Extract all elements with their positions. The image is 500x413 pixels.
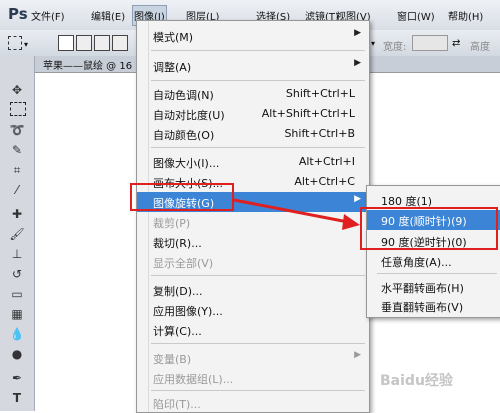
- move-tool-icon[interactable]: ✥: [8, 82, 26, 98]
- swap-icon[interactable]: ⇄: [452, 38, 460, 49]
- marquee-tool-icon[interactable]: [8, 36, 22, 50]
- menu-separator: [151, 80, 365, 81]
- menu-item-label: 陷印(T)...: [153, 398, 201, 411]
- menu-item-auto-contrast[interactable]: 自动对比度(U) Alt+Shift+Ctrl+L: [137, 104, 369, 124]
- menu-item-image-size[interactable]: 图像大小(I)... Alt+Ctrl+I: [137, 152, 369, 172]
- menu-item-duplicate[interactable]: 复制(D)...: [137, 280, 369, 300]
- eraser-tool-icon[interactable]: ▭: [8, 286, 26, 302]
- add-selection-icon[interactable]: [76, 35, 92, 51]
- submenu-item-label: 任意角度(A)...: [381, 256, 452, 269]
- menu-item-shortcut: Shift+Ctrl+L: [285, 87, 355, 100]
- menu-window[interactable]: 窗口(W): [397, 8, 435, 23]
- submenu-arrow-icon: ▶: [354, 28, 361, 38]
- menu-item-label: 调整(A): [153, 61, 192, 74]
- menu-item-trim[interactable]: 裁切(R)...: [137, 232, 369, 252]
- quick-select-tool-icon[interactable]: ✎: [8, 142, 26, 158]
- rect-marquee-tool-icon[interactable]: [10, 102, 26, 116]
- menu-item-auto-tone[interactable]: 自动色调(N) Shift+Ctrl+L: [137, 84, 369, 104]
- dodge-tool-icon[interactable]: ●: [8, 346, 26, 362]
- menu-item-auto-color[interactable]: 自动颜色(O) Shift+Ctrl+B: [137, 124, 369, 144]
- menu-item-label: 自动颜色(O): [153, 129, 215, 142]
- menu-item-crop[interactable]: 裁剪(P): [137, 212, 369, 232]
- menu-item-label: 裁剪(P): [153, 217, 191, 230]
- menu-item-shortcut: Alt+Ctrl+I: [298, 155, 355, 168]
- submenu-item-label: 水平翻转画布(H): [381, 282, 464, 295]
- menu-item-adjust[interactable]: 调整(A) ▶: [137, 56, 369, 76]
- menu-separator: [151, 50, 365, 51]
- intersect-selection-icon[interactable]: [112, 35, 128, 51]
- menu-item-label: 变量(B): [153, 353, 192, 366]
- submenu-arrow-icon: ▶: [354, 350, 361, 360]
- menu-item-shortcut: Alt+Ctrl+C: [294, 175, 355, 188]
- menu-item-apply-data-set[interactable]: 应用数据组(L)...: [137, 368, 369, 388]
- menu-item-shortcut: Shift+Ctrl+B: [284, 127, 355, 140]
- menu-item-label: 图像大小(I)...: [153, 157, 220, 170]
- submenu-item-arbitrary[interactable]: 任意角度(A)...: [367, 251, 500, 271]
- menu-separator: [151, 343, 365, 344]
- menu-item-label: 自动对比度(U): [153, 109, 225, 122]
- menu-item-variables[interactable]: 变量(B) ▶: [137, 348, 369, 368]
- blur-tool-icon[interactable]: 💧: [8, 326, 26, 342]
- annotation-box-rotation: [130, 183, 234, 211]
- brush-tool-icon[interactable]: 🖌: [8, 226, 26, 242]
- submenu-item-flip-horizontal[interactable]: 水平翻转画布(H): [367, 277, 500, 297]
- document-title: 苹果——鼠绘 @ 16: [43, 61, 133, 72]
- menu-item-mode[interactable]: 模式(M) ▶: [137, 26, 369, 46]
- menu-item-label: 显示全部(V): [153, 257, 214, 270]
- menu-item-trap[interactable]: 陷印(T)...: [137, 393, 369, 413]
- history-brush-tool-icon[interactable]: ↺: [8, 266, 26, 282]
- lasso-tool-icon[interactable]: ➰: [8, 122, 26, 138]
- width-label: 宽度:: [383, 42, 407, 53]
- chevron-down-icon[interactable]: ▾: [24, 40, 28, 49]
- menu-item-shortcut: Alt+Shift+Ctrl+L: [261, 107, 355, 120]
- menu-item-label: 应用图像(Y)...: [153, 305, 223, 318]
- chevron-down-icon[interactable]: ▾: [371, 39, 375, 48]
- eyedropper-tool-icon[interactable]: ⁄: [8, 182, 26, 198]
- menu-item-label: 模式(M): [153, 31, 194, 44]
- menu-item-label: 自动色调(N): [153, 89, 214, 102]
- submenu-item-label: 垂直翻转画布(V): [381, 301, 464, 314]
- menu-item-label: 应用数据组(L)...: [153, 373, 234, 386]
- menu-item-label: 裁切(R)...: [153, 237, 202, 250]
- submenu-arrow-icon: ▶: [354, 58, 361, 68]
- menu-help[interactable]: 帮助(H): [448, 8, 483, 23]
- type-tool-icon[interactable]: T: [8, 390, 26, 406]
- image-menu: 模式(M) ▶ 调整(A) ▶ 自动色调(N) Shift+Ctrl+L 自动对比度(…: [136, 20, 370, 413]
- width-field[interactable]: [412, 35, 448, 51]
- menu-file[interactable]: 文件(F): [31, 8, 65, 23]
- photoshop-logo: Ps: [8, 5, 28, 23]
- image-rotation-submenu: 180 度(1) 90 度(顺时针)(9) 90 度(逆时针)(0) 任意角度(…: [366, 185, 500, 318]
- menu-separator: [151, 147, 365, 148]
- annotation-box-90-options: [360, 207, 498, 250]
- height-label: 高度: [470, 42, 490, 53]
- menu-separator: [151, 275, 365, 276]
- menu-item-apply-image[interactable]: 应用图像(Y)...: [137, 300, 369, 320]
- menu-item-label: 计算(C)...: [153, 325, 202, 338]
- crop-tool-icon[interactable]: ⌗: [8, 162, 26, 178]
- menu-separator: [377, 273, 497, 274]
- menu-item-reveal-all[interactable]: 显示全部(V): [137, 252, 369, 272]
- menu-item-calculations[interactable]: 计算(C)...: [137, 320, 369, 340]
- new-selection-icon[interactable]: [58, 35, 74, 51]
- watermark: Baidu经验: [380, 373, 453, 389]
- pen-tool-icon[interactable]: ✒: [8, 370, 26, 386]
- clone-stamp-tool-icon[interactable]: ⊥: [8, 246, 26, 262]
- subtract-selection-icon[interactable]: [94, 35, 110, 51]
- tool-panel: ✥ ➰ ✎ ⌗ ⁄ ✚ 🖌 ⊥ ↺ ▭ ▦ 💧 ● ✒ T: [0, 56, 35, 411]
- gradient-tool-icon[interactable]: ▦: [8, 306, 26, 322]
- submenu-item-flip-vertical[interactable]: 垂直翻转画布(V): [367, 296, 500, 316]
- menu-separator: [151, 390, 365, 391]
- healing-brush-tool-icon[interactable]: ✚: [8, 206, 26, 222]
- menu-item-label: 复制(D)...: [153, 285, 203, 298]
- menu-edit[interactable]: 编辑(E): [91, 8, 125, 23]
- submenu-arrow-icon: ▶: [354, 194, 361, 204]
